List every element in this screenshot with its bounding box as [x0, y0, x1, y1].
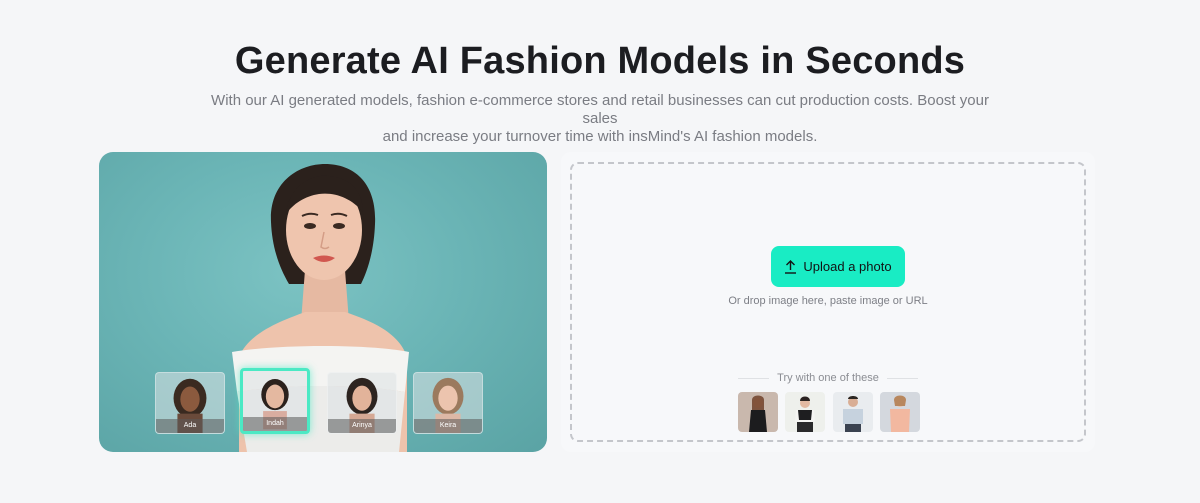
- divider-left: [738, 377, 770, 379]
- upload-photo-button[interactable]: Upload a photo: [771, 246, 905, 287]
- upload-arrow-icon: [785, 259, 797, 274]
- sample-man-light-shirt: [833, 392, 873, 432]
- upload-panel: Upload a photo Or drop image here, paste…: [561, 152, 1095, 452]
- sample-woman-pink-shirt: [880, 392, 920, 432]
- sample-woman-black-white-top: [785, 392, 825, 432]
- model-thumb-label: Arinya: [328, 419, 396, 433]
- sample-image-1[interactable]: [738, 392, 778, 432]
- upload-button-label: Upload a photo: [803, 259, 892, 274]
- model-showcase: Ada Indah Arinya Keira: [99, 152, 547, 452]
- sample-image-4[interactable]: [880, 392, 920, 432]
- page-subtitle: With our AI generated models, fashion e-…: [200, 92, 1000, 146]
- model-thumbnail-strip: Ada Indah Arinya Keira: [155, 368, 485, 434]
- subtitle-line-2: and increase your turnover time with ins…: [382, 128, 818, 145]
- model-thumb-label: Indah: [243, 417, 307, 431]
- divider-right: [886, 377, 919, 379]
- sample-images-row: [738, 392, 920, 432]
- model-thumb-keira[interactable]: Keira: [413, 372, 483, 434]
- subtitle-line-1: With our AI generated models, fashion e-…: [211, 92, 989, 127]
- model-thumb-indah[interactable]: Indah: [240, 368, 310, 434]
- model-thumb-arinya[interactable]: Arinya: [327, 372, 397, 434]
- drop-hint-text: Or drop image here, paste image or URL: [728, 295, 928, 307]
- try-label-text: Try with one of these: [777, 372, 879, 384]
- sample-woman-black-dress: [738, 392, 778, 432]
- image-dropzone[interactable]: Upload a photo Or drop image here, paste…: [570, 162, 1086, 442]
- sample-image-3[interactable]: [833, 392, 873, 432]
- sample-image-2[interactable]: [785, 392, 825, 432]
- model-thumb-label: Ada: [156, 419, 224, 433]
- model-thumb-ada[interactable]: Ada: [155, 372, 225, 434]
- model-thumb-label: Keira: [414, 419, 482, 433]
- try-samples-label: Try with one of these: [738, 372, 919, 384]
- page-title: Generate AI Fashion Models in Seconds: [234, 40, 966, 82]
